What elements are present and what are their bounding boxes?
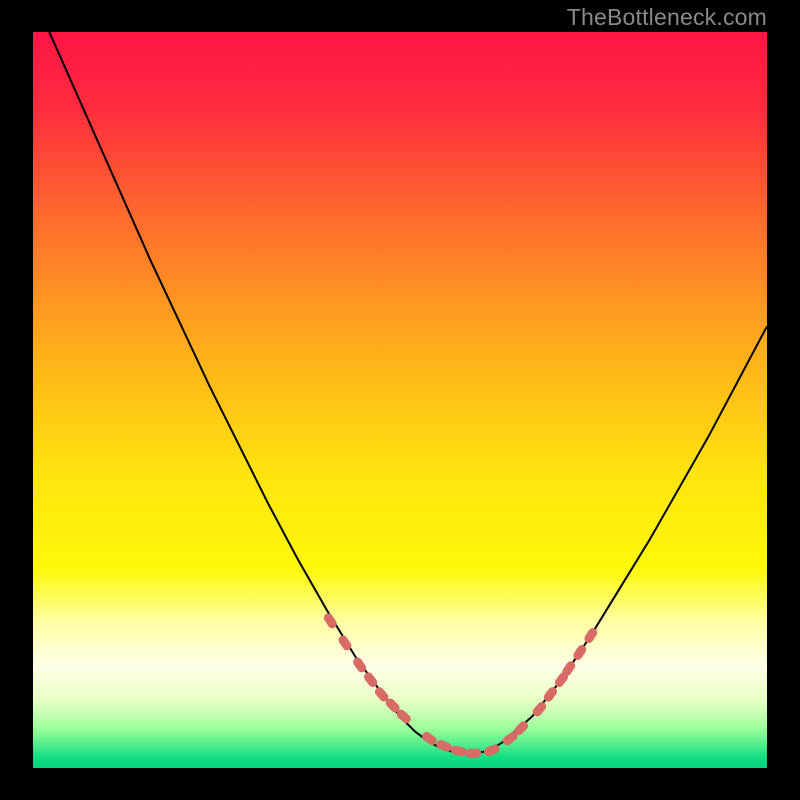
curve-marker bbox=[583, 626, 599, 644]
chart-frame: TheBottleneck.com bbox=[0, 0, 800, 800]
curve-marker bbox=[322, 612, 338, 630]
curve-marker bbox=[572, 643, 588, 661]
plot-area bbox=[33, 32, 767, 768]
bottleneck-curve bbox=[33, 32, 767, 768]
curve-marker bbox=[450, 745, 468, 758]
watermark-text: TheBottleneck.com bbox=[567, 4, 767, 31]
curve-marker bbox=[465, 749, 481, 758]
